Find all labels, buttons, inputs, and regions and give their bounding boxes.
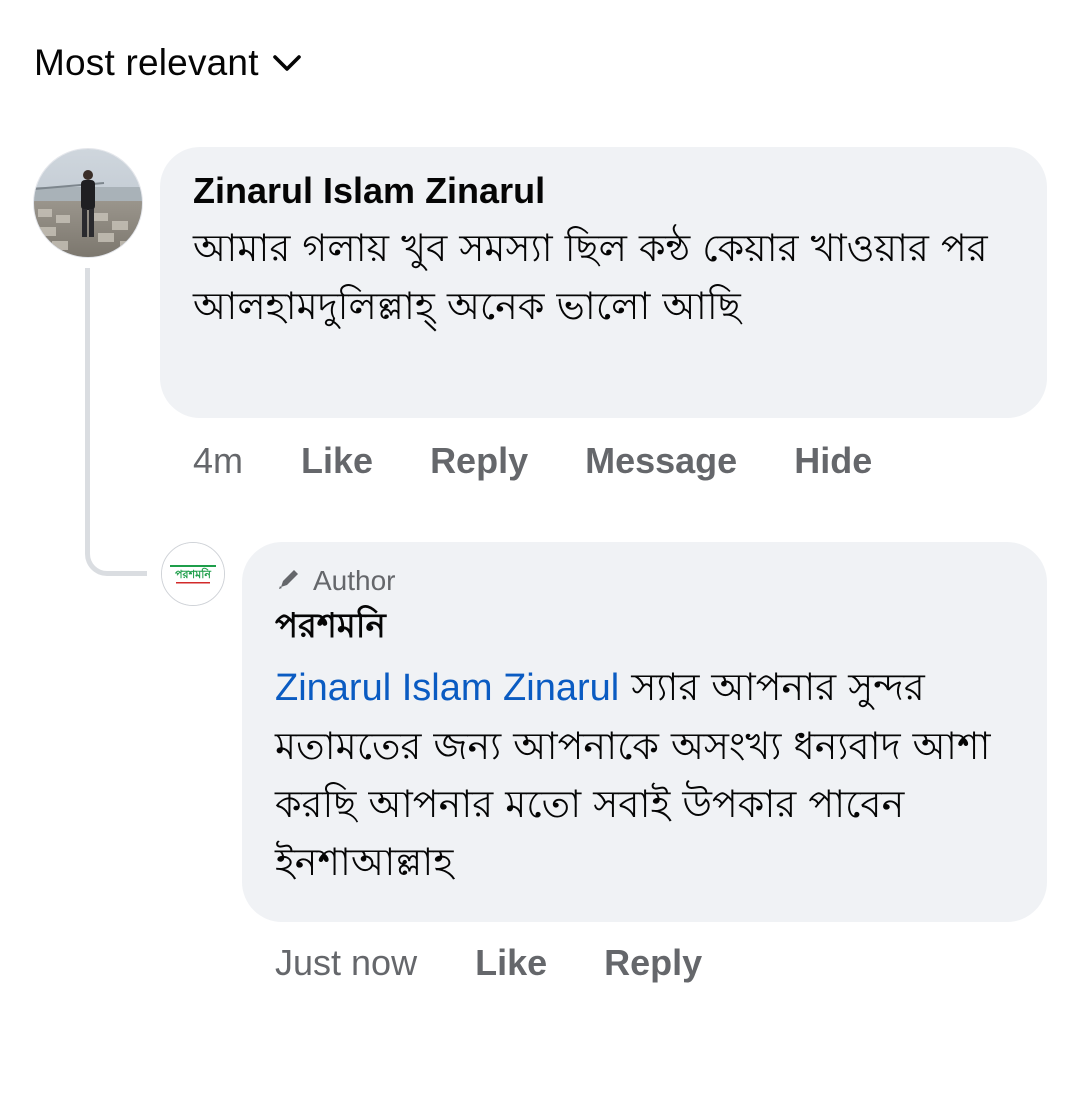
sort-label: Most relevant xyxy=(34,42,259,83)
profile-photo xyxy=(34,149,142,257)
reply-actions: Just now Like Reply xyxy=(275,942,759,984)
reply-author[interactable]: পরশমনি xyxy=(275,602,1015,650)
sort-dropdown[interactable]: Most relevant xyxy=(34,42,303,84)
reply-button[interactable]: Reply xyxy=(430,440,528,482)
mention-link[interactable]: Zinarul Islam Zinarul xyxy=(275,667,619,709)
avatar[interactable] xyxy=(33,148,143,258)
message-button[interactable]: Message xyxy=(585,440,737,482)
thread-connector xyxy=(85,268,147,576)
comment-text: আমার গলায় খুব সমস্যা ছিল কন্ঠ কেয়ার খা… xyxy=(193,226,988,328)
page-logo-text: পরশমনি xyxy=(175,567,211,581)
comment-timestamp[interactable]: 4m xyxy=(193,440,243,482)
like-button[interactable]: Like xyxy=(301,440,373,482)
reply-timestamp[interactable]: Just now xyxy=(275,942,417,984)
comment-author[interactable]: Zinarul Islam Zinarul xyxy=(193,169,1015,213)
pencil-icon xyxy=(275,565,303,598)
chevron-down-icon xyxy=(271,52,303,74)
author-badge: Author xyxy=(275,565,1015,598)
reply-text: Zinarul Islam Zinarul স্যার আপনার সুন্দর… xyxy=(275,658,1015,891)
hide-button[interactable]: Hide xyxy=(794,440,872,482)
reply-button[interactable]: Reply xyxy=(604,942,702,984)
comment-actions: 4m Like Reply Message Hide xyxy=(193,440,929,482)
page-logo: পরশমনি xyxy=(162,543,224,605)
author-badge-label: Author xyxy=(313,565,396,596)
comment-bubble[interactable]: Zinarul Islam Zinarul আমার গলায় খুব সমস… xyxy=(160,147,1047,418)
like-button[interactable]: Like xyxy=(475,942,547,984)
reply-bubble[interactable]: Author পরশমনি Zinarul Islam Zinarul স্যা… xyxy=(242,542,1047,922)
page-avatar[interactable]: পরশমনি xyxy=(161,542,225,606)
